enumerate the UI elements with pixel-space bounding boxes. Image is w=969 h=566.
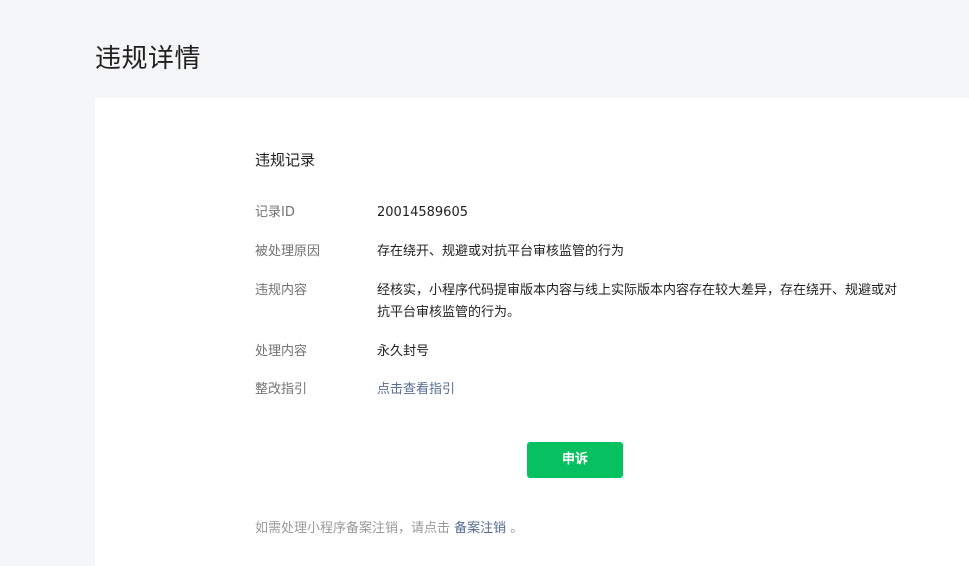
section-title: 违规记录 xyxy=(255,151,316,169)
view-guide-link[interactable]: 点击查看指引 xyxy=(377,379,905,401)
reason-label: 被处理原因 xyxy=(255,244,321,259)
handling-label: 处理内容 xyxy=(255,344,308,359)
appeal-button[interactable]: 申诉 xyxy=(527,442,623,478)
record-id-value: 20014589605 xyxy=(377,205,468,220)
page-title: 违规详情 xyxy=(95,44,202,74)
violation-content-value: 经核实，小程序代码提审版本内容与线上实际版本内容存在较大差异，存在绕开、规避或对… xyxy=(377,283,898,320)
record-id-label: 记录ID xyxy=(255,205,295,220)
filing-cancellation-link[interactable]: 备案注销 xyxy=(454,521,506,536)
violation-content-label: 违规内容 xyxy=(255,283,308,298)
violation-details-page: 违规详情 违规记录 记录ID 20014589605 被处理原因 存在绕开、规避… xyxy=(0,0,969,566)
violation-card: 违规记录 记录ID 20014589605 被处理原因 存在绕开、规避或对抗平台… xyxy=(95,98,969,566)
footer-note-suffix: 。 xyxy=(506,521,524,536)
guide-label: 整改指引 xyxy=(255,382,308,397)
reason-value: 存在绕开、规避或对抗平台审核监管的行为 xyxy=(377,244,625,259)
handling-value: 永久封号 xyxy=(377,344,430,359)
footer-note: 如需处理小程序备案注销，请点击 备案注销 。 xyxy=(255,518,523,540)
footer-note-prefix: 如需处理小程序备案注销，请点击 xyxy=(255,521,455,536)
